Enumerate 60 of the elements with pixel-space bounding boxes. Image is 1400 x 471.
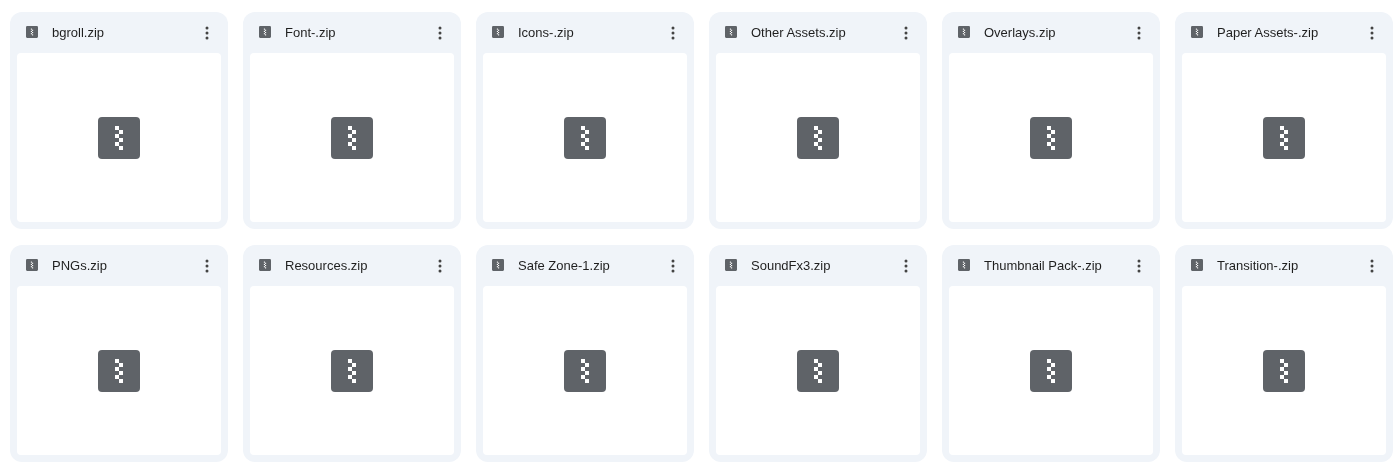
zip-file-icon	[797, 116, 839, 159]
zip-file-icon	[259, 25, 271, 38]
zip-file-icon	[1263, 349, 1305, 392]
zip-file-icon	[98, 349, 140, 392]
file-name: PNGs.zip	[52, 258, 108, 273]
file-card[interactable]: bgroll.zip	[10, 12, 228, 229]
file-name: bgroll.zip	[52, 25, 106, 40]
zip-file-icon	[958, 25, 970, 38]
more-options-icon[interactable]	[1137, 25, 1141, 40]
zip-file-icon	[98, 116, 140, 159]
more-options-icon[interactable]	[904, 25, 908, 40]
zip-file-icon	[1191, 258, 1203, 271]
zip-file-icon	[725, 258, 737, 271]
more-options-icon[interactable]	[1370, 258, 1374, 273]
file-name: Thumbnail Pack-.zip	[984, 258, 1103, 273]
file-card[interactable]: Resources.zip	[243, 245, 461, 462]
zip-file-icon	[492, 258, 504, 271]
zip-file-icon	[797, 349, 839, 392]
zip-file-icon	[564, 349, 606, 392]
zip-file-icon	[958, 258, 970, 271]
file-name: Other Assets.zip	[751, 25, 847, 40]
file-card[interactable]: Overlays.zip	[942, 12, 1160, 229]
file-name: Font-.zip	[285, 25, 337, 40]
zip-file-icon	[1191, 25, 1203, 38]
zip-file-icon	[331, 349, 373, 392]
zip-file-icon	[725, 25, 737, 38]
more-options-icon[interactable]	[438, 25, 442, 40]
file-card[interactable]: Paper Assets-.zip	[1175, 12, 1393, 229]
file-card[interactable]: SoundFx3.zip	[709, 245, 927, 462]
file-name: Transition-.zip	[1217, 258, 1300, 273]
more-options-icon[interactable]	[1137, 258, 1141, 273]
zip-file-icon	[1030, 349, 1072, 392]
more-options-icon[interactable]	[205, 25, 209, 40]
file-name: SoundFx3.zip	[751, 258, 832, 273]
file-card[interactable]: PNGs.zip	[10, 245, 228, 462]
more-options-icon[interactable]	[904, 258, 908, 273]
more-options-icon[interactable]	[1370, 25, 1374, 40]
zip-file-icon	[26, 25, 38, 38]
zip-file-icon	[259, 258, 271, 271]
file-name: Safe Zone-1.zip	[518, 258, 611, 273]
zip-file-icon	[331, 116, 373, 159]
file-card[interactable]: Icons-.zip	[476, 12, 694, 229]
zip-file-icon	[1030, 116, 1072, 159]
zip-file-icon	[492, 25, 504, 38]
zip-file-icon	[564, 116, 606, 159]
file-name: Resources.zip	[285, 258, 369, 273]
file-card[interactable]: Transition-.zip	[1175, 245, 1393, 462]
file-card[interactable]: Safe Zone-1.zip	[476, 245, 694, 462]
more-options-icon[interactable]	[438, 258, 442, 273]
more-options-icon[interactable]	[205, 258, 209, 273]
more-options-icon[interactable]	[671, 258, 675, 273]
file-card[interactable]: Font-.zip	[243, 12, 461, 229]
file-card[interactable]: Other Assets.zip	[709, 12, 927, 229]
zip-file-icon	[26, 258, 38, 271]
more-options-icon[interactable]	[671, 25, 675, 40]
file-name: Icons-.zip	[518, 25, 575, 40]
file-name: Overlays.zip	[984, 25, 1057, 40]
file-name: Paper Assets-.zip	[1217, 25, 1320, 40]
zip-file-icon	[1263, 116, 1305, 159]
file-card[interactable]: Thumbnail Pack-.zip	[942, 245, 1160, 462]
